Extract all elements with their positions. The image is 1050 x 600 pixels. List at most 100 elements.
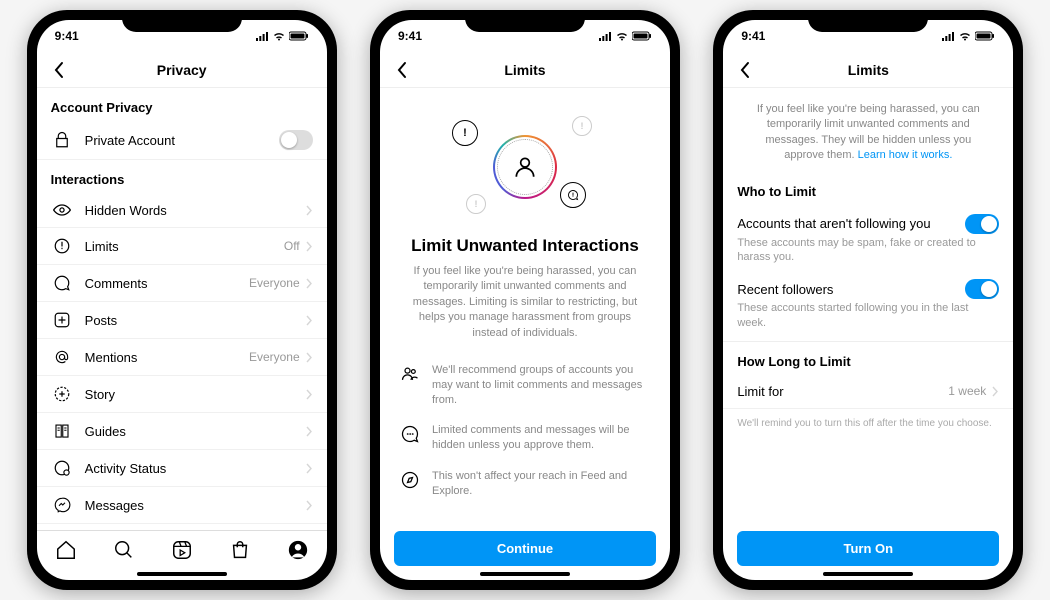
learn-how-link[interactable]: Learn how it works. [858,149,953,161]
lock-icon [51,131,73,149]
screen-limits-intro: 9:41 Limits ! ! ! [380,20,670,580]
duration-note: We'll remind you to turn this off after … [723,409,1013,439]
nav-reels-icon[interactable] [171,539,193,561]
chevron-right-icon [306,426,313,437]
chevron-left-icon [739,61,751,79]
private-account-toggle[interactable] [279,130,313,150]
screen-privacy: 9:41 Privacy Account Privacy Private Acc… [37,20,327,580]
battery-icon [289,31,309,41]
hero-description: If you feel like you're being harassed, … [400,264,650,341]
feature-item: Limited comments and messages will be hi… [400,415,650,461]
phone-frame-1: 9:41 Privacy Account Privacy Private Acc… [27,10,337,590]
turn-on-button[interactable]: Turn On [737,531,999,566]
signal-icon [598,31,612,41]
nav-profile-icon[interactable] [287,539,309,561]
activity-icon [51,459,73,477]
plus-square-icon [51,311,73,329]
continue-button[interactable]: Continue [394,531,656,566]
chevron-right-icon [306,315,313,326]
feature-text: This won't affect your reach in Feed and… [432,469,650,499]
chevron-right-icon [306,352,313,363]
row-label: Story [85,387,306,402]
back-button[interactable] [733,58,757,82]
nav-search-icon[interactable] [113,539,135,561]
settings-content: Account Privacy Private Account Interact… [37,88,327,530]
row-activity-status[interactable]: Activity Status [37,450,327,487]
phone-frame-3: 9:41 Limits If you feel like you're bein… [713,10,1023,590]
row-recent-followers[interactable]: Recent followers [723,273,1013,301]
section-how-long: How Long to Limit [723,342,1013,375]
chevron-right-icon [306,205,313,216]
section-interactions: Interactions [37,160,327,193]
feature-item: We'll recommend groups of accounts you m… [400,355,650,416]
guides-icon [51,422,73,440]
at-icon [51,348,73,366]
chevron-left-icon [53,61,65,79]
home-indicator [823,572,913,576]
battery-icon [632,31,652,41]
row-value: 1 week [948,384,986,398]
chevron-right-icon [306,241,313,252]
nav-shop-icon[interactable] [229,539,251,561]
row-label: Hidden Words [85,203,306,218]
chevron-right-icon [306,389,313,400]
navbar: Limits [380,52,670,88]
wifi-icon [272,31,286,41]
feature-item: This won't affect your reach in Feed and… [400,461,650,507]
story-circle-icon [51,385,73,403]
alert-bubble-icon: ! [572,116,592,136]
chevron-left-icon [396,61,408,79]
row-posts[interactable]: Posts [37,302,327,339]
row-label: Posts [85,313,306,328]
nav-home-icon[interactable] [55,539,77,561]
messenger-icon [51,496,73,514]
row-private-account[interactable]: Private Account [37,121,327,160]
intro-text: If you feel like you're being harassed, … [723,88,1013,172]
row-limit-for[interactable]: Limit for 1 week [723,375,1013,409]
group-accounts-icon [400,363,420,384]
phone-frame-2: 9:41 Limits ! ! ! [370,10,680,590]
row-limits[interactable]: Limits Off [37,228,327,265]
row-messages[interactable]: Messages [37,487,327,524]
row-value: Everyone [249,276,300,290]
not-following-toggle[interactable] [965,214,999,234]
row-label: Limits [85,239,284,254]
hero-title: Limit Unwanted Interactions [411,236,639,256]
hidden-comment-icon [400,423,420,444]
status-time: 9:41 [398,29,422,43]
wifi-icon [958,31,972,41]
recent-followers-toggle[interactable] [965,279,999,299]
notch [808,10,928,32]
limits-intro-content: ! ! ! Limit Unwanted Interactions If you… [380,88,670,521]
row-story[interactable]: Story [37,376,327,413]
row-not-following[interactable]: Accounts that aren't following you [723,205,1013,236]
hero-illustration: ! ! ! [450,112,600,222]
row-sublabel: These accounts started following you in … [723,301,1013,342]
row-label: Accounts that aren't following you [737,216,965,231]
page-title: Privacy [157,62,207,78]
limits-settings-content: If you feel like you're being harassed, … [723,88,1013,521]
notch [465,10,585,32]
eye-hidden-icon [51,202,73,218]
row-comments[interactable]: Comments Everyone [37,265,327,302]
row-label: Guides [85,424,306,439]
row-label: Private Account [85,133,279,148]
section-account-privacy: Account Privacy [37,88,327,121]
row-guides[interactable]: Guides [37,413,327,450]
row-label: Activity Status [85,461,306,476]
chevron-right-icon [306,463,313,474]
back-button[interactable] [390,58,414,82]
row-label: Comments [85,276,249,291]
section-who-to-limit: Who to Limit [723,172,1013,205]
row-mentions[interactable]: Mentions Everyone [37,339,327,376]
chevron-right-icon [992,386,999,397]
row-hidden-words[interactable]: Hidden Words [37,193,327,228]
row-sublabel: These accounts may be spam, fake or crea… [723,236,1013,274]
compass-icon [400,469,420,490]
wifi-icon [615,31,629,41]
row-label: Recent followers [737,282,965,297]
back-button[interactable] [47,58,71,82]
person-icon [512,154,538,180]
home-indicator [137,572,227,576]
row-label: Messages [85,498,306,513]
